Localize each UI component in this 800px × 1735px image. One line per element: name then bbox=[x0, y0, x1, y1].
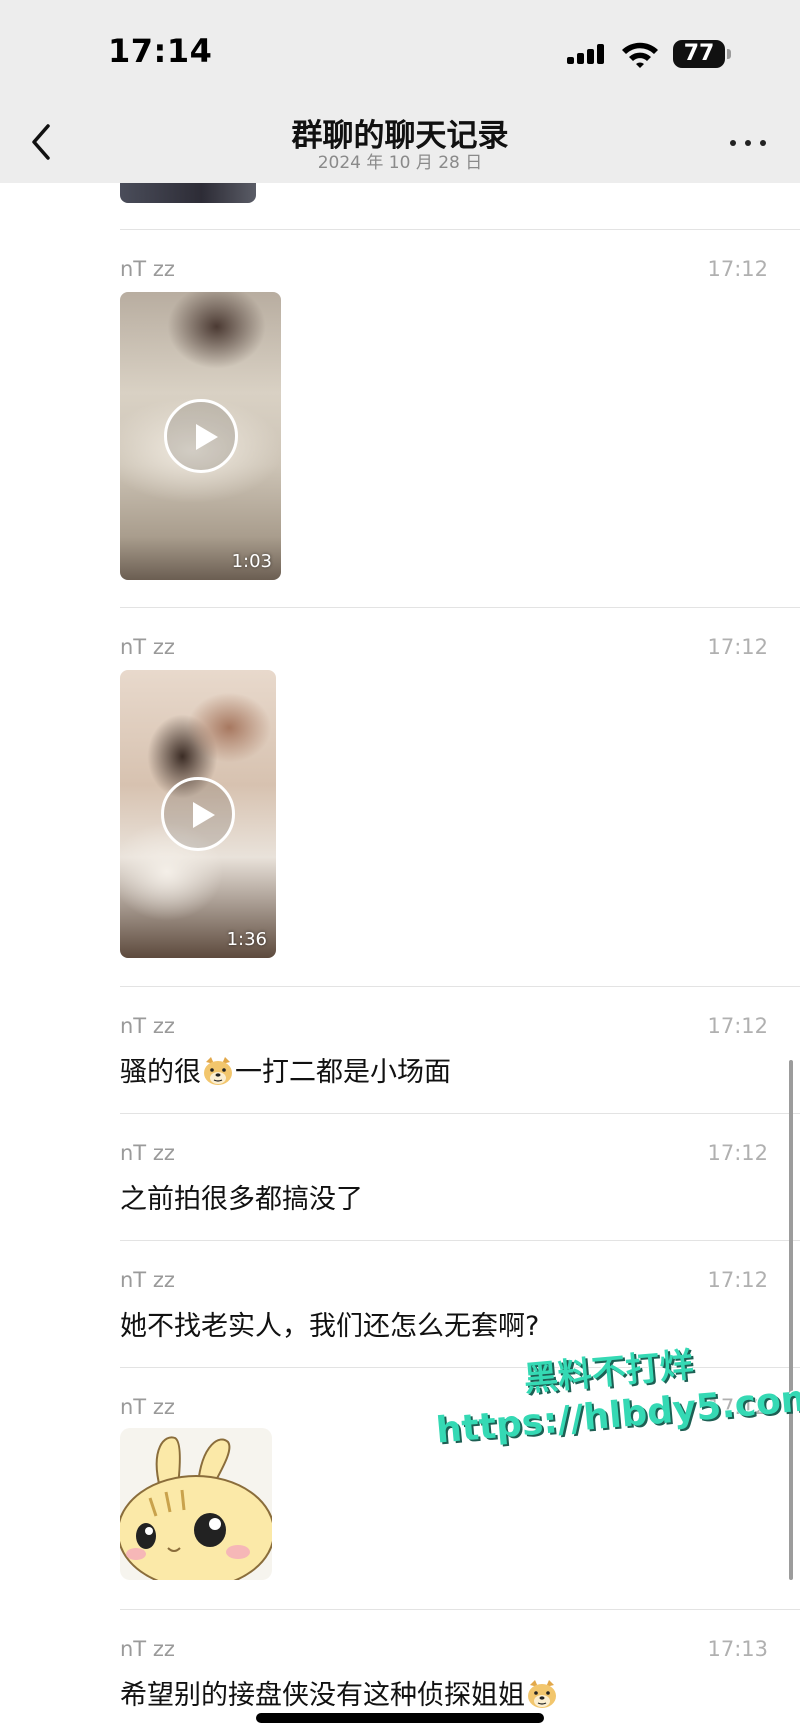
video-duration: 1:36 bbox=[226, 929, 267, 950]
doge-emoji-icon bbox=[528, 1680, 556, 1708]
message-time: 17:12 bbox=[707, 635, 768, 659]
chat-date: 2024 年 10 月 28 日 bbox=[317, 153, 483, 173]
message-sender: nT zz bbox=[120, 257, 175, 281]
more-dots-icon[interactable] bbox=[728, 136, 768, 150]
message-text-part: 骚的很 bbox=[120, 1057, 201, 1088]
doge-emoji-icon bbox=[204, 1057, 232, 1085]
divider bbox=[120, 1609, 800, 1610]
wifi-icon bbox=[622, 42, 658, 68]
message-sender: nT zz bbox=[120, 1637, 175, 1661]
message-time: 17:12 bbox=[707, 1395, 768, 1419]
play-icon[interactable] bbox=[161, 777, 235, 851]
divider bbox=[120, 1240, 800, 1241]
message-text-part: 希望别的接盘侠没有这种侦探姐姐 bbox=[120, 1680, 525, 1711]
scrollbar[interactable] bbox=[789, 1060, 793, 1580]
divider bbox=[120, 1367, 800, 1368]
divider bbox=[120, 229, 800, 230]
message-time: 17:12 bbox=[707, 1141, 768, 1165]
message-time: 17:13 bbox=[707, 1637, 768, 1661]
cellular-signal-icon bbox=[567, 44, 609, 64]
chat-record-list[interactable]: nT zz 17:12 1:03 nT zz 17:12 1:36 nT zz … bbox=[0, 0, 800, 1735]
message-sender: nT zz bbox=[120, 1014, 175, 1038]
message-text[interactable]: 骚的很 一打二都是小场面 bbox=[120, 1050, 451, 1089]
video-message[interactable]: 1:03 bbox=[120, 292, 281, 580]
play-icon[interactable] bbox=[163, 399, 238, 473]
divider bbox=[120, 986, 800, 987]
message-sender: nT zz bbox=[120, 635, 175, 659]
message-time: 17:12 bbox=[707, 1268, 768, 1292]
divider bbox=[120, 1113, 800, 1114]
message-text[interactable]: 她不找老实人，我们还怎么无套啊? bbox=[120, 1304, 539, 1343]
message-sender: nT zz bbox=[120, 1141, 175, 1165]
home-indicator[interactable] bbox=[256, 1713, 544, 1723]
message-text-part: 一打二都是小场面 bbox=[235, 1057, 451, 1088]
battery-indicator: 77 bbox=[673, 40, 725, 68]
message-text[interactable]: 希望别的接盘侠没有这种侦探姐姐 bbox=[120, 1673, 559, 1712]
battery-cap bbox=[727, 49, 731, 59]
video-message[interactable]: 1:36 bbox=[120, 670, 276, 958]
header: 17:14 77 群聊的聊天记录 2024 年 10 月 28 日 bbox=[0, 0, 800, 183]
message-time: 17:12 bbox=[707, 257, 768, 281]
message-sender: nT zz bbox=[120, 1395, 175, 1419]
message-time: 17:12 bbox=[707, 1014, 768, 1038]
status-time: 17:14 bbox=[108, 32, 213, 70]
message-sender: nT zz bbox=[120, 1268, 175, 1292]
message-text[interactable]: 之前拍很多都搞没了 bbox=[120, 1177, 363, 1216]
video-duration: 1:03 bbox=[231, 551, 272, 572]
bunny-sticker-icon[interactable] bbox=[120, 1428, 272, 1580]
divider bbox=[120, 607, 800, 608]
